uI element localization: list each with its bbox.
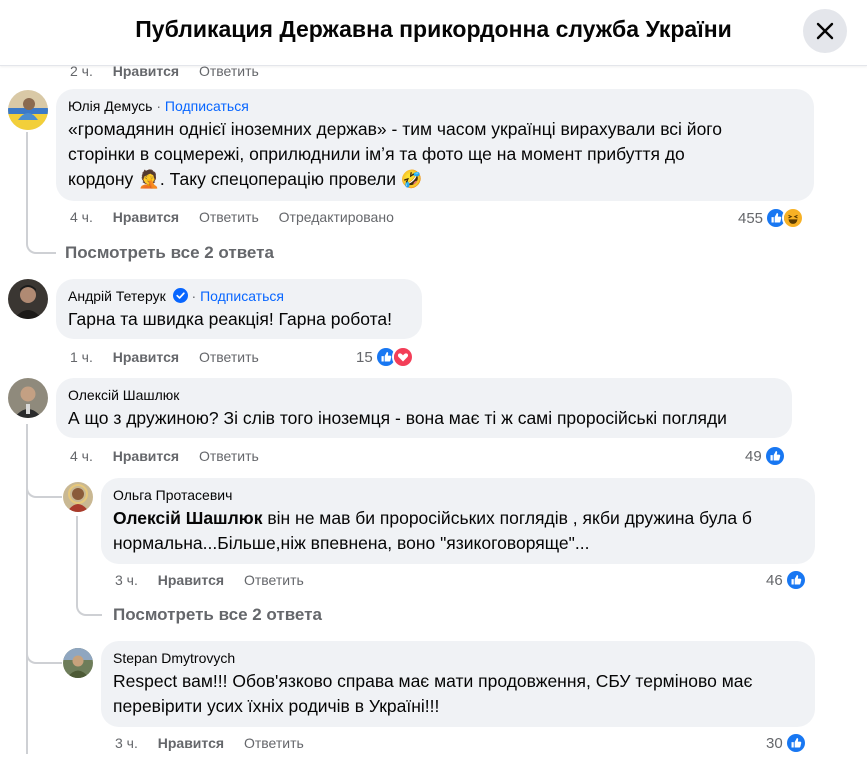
like-reaction-icon [763,445,786,467]
mention-link[interactable]: Олексій Шашлюк [113,508,262,528]
like-reaction-icon [784,732,807,754]
comment-time[interactable]: 4 ч. [70,448,93,464]
separator: · [156,98,162,114]
comment-line: перевірити усих їхніх родичів в Україні!… [113,696,440,716]
comment-author[interactable]: Олексій Шашлюк [68,387,179,403]
edited-label: Отредактировано [278,209,394,225]
comment-bubble: Олексій Шашлюк А що з дружиною? Зі слів … [56,378,792,438]
comment-text: Гарна та швидка реакція! Гарна робота! [68,307,410,332]
comment-text: «громадянин однієї іноземних держав» - т… [68,117,802,192]
comment-text: А що з дружиною? Зі слів того іноземця -… [68,406,780,431]
avatar[interactable] [63,482,93,512]
love-reaction-icon [391,346,414,368]
haha-reaction-icon [782,207,805,229]
comment-line: Олексій Шашлюк він не мав би проросійськ… [113,506,803,531]
reply-text-part: він не мав би проросійських поглядів , я… [262,508,752,528]
post-header: Публикация Державна прикордонна служба У… [0,0,867,66]
comment-bubble: Андрій Тетерук · Подписаться Гарна та шв… [56,279,422,339]
reply-actions: 3 ч. Нравится Ответить [115,571,320,589]
comment-actions: 4 ч. Нравится Ответить [70,447,275,465]
like-button[interactable]: Нравится [113,349,179,365]
reply-author[interactable]: Stepan Dmytrovych [113,650,235,666]
separator: · [191,288,197,304]
like-button[interactable]: Нравится [158,735,224,751]
reaction-count: 15 [356,348,373,366]
comment-time[interactable]: 3 ч. [115,735,138,751]
reaction-summary[interactable]: 15 [356,346,414,368]
reply-button[interactable]: Ответить [199,448,259,464]
thread-line [76,516,102,616]
like-reaction-icon [784,569,807,591]
reply-button[interactable]: Ответить [199,349,259,365]
avatar[interactable] [8,378,48,418]
comment-line: «громадянин однієї іноземних держав» - т… [68,119,723,139]
reaction-summary[interactable]: 30 [766,732,807,754]
comment-time[interactable]: 1 ч. [70,349,93,365]
reply-author[interactable]: Ольга Протасевич [113,487,232,503]
avatar[interactable] [8,90,48,130]
thread-line [26,470,62,498]
reaction-count: 49 [745,447,762,465]
close-button[interactable] [803,9,847,53]
comment-actions: 4 ч. Нравится Ответить Отредактировано [70,208,410,226]
subscribe-link[interactable]: Подписаться [200,288,284,304]
comment-time[interactable]: 3 ч. [115,572,138,588]
reaction-summary[interactable]: 455 [738,207,805,229]
reply-bubble: Ольга Протасевич Олексій Шашлюк він не м… [101,478,815,564]
thread-line [26,132,56,254]
reaction-count: 30 [766,734,783,752]
like-button[interactable]: Нравится [113,448,179,464]
avatar[interactable] [8,279,48,319]
reply-actions: 3 ч. Нравится Ответить [115,734,320,752]
avatar[interactable] [63,648,93,678]
comment-line: Гарна та швидка реакція! Гарна робота! [68,309,393,329]
comment-line: Respect вам!!! Обов'язково справа має ма… [113,671,753,691]
reply-text: Respect вам!!! Обов'язково справа має ма… [113,669,803,719]
page-title: Публикация Державна прикордонна служба У… [135,16,732,42]
verified-badge-icon [172,288,188,303]
thread-line [26,640,62,664]
reply-button[interactable]: Ответить [244,572,304,588]
subscribe-link[interactable]: Подписаться [165,98,249,114]
view-replies-link[interactable]: Посмотреть все 2 ответа [113,605,322,625]
comment-line: А що з дружиною? Зі слів того іноземця -… [68,408,727,428]
reply-text: Олексій Шашлюк він не мав би проросійськ… [113,506,803,556]
close-icon [816,22,834,40]
comment-time[interactable]: 4 ч. [70,209,93,225]
comment-line: нормальна...Більше,ніж впевнена, воно "я… [113,533,590,553]
like-button[interactable]: Нравится [113,209,179,225]
comment-actions: 1 ч. Нравится Ответить [70,348,275,366]
comment-author[interactable]: Юлія Демусь [68,98,152,114]
like-button[interactable]: Нравится [158,572,224,588]
comment-line: сторінки в соцмережі, оприлюднили імʼя т… [68,144,685,164]
view-replies-link[interactable]: Посмотреть все 2 ответа [65,243,274,263]
reply-bubble: Stepan Dmytrovych Respect вам!!! Обов'яз… [101,641,815,727]
comment-author[interactable]: Андрій Тетерук [68,288,166,304]
reaction-summary[interactable]: 46 [766,569,807,591]
reply-button[interactable]: Ответить [244,735,304,751]
reaction-summary[interactable]: 49 [745,445,786,467]
reply-button[interactable]: Ответить [199,209,259,225]
comment-bubble: Юлія Демусь · Подписаться «громадянин од… [56,89,814,201]
reaction-count: 46 [766,571,783,589]
reaction-count: 455 [738,209,764,227]
comment-line: кордону 🤦. Таку спецоперацію провели 🤣 [68,169,423,189]
